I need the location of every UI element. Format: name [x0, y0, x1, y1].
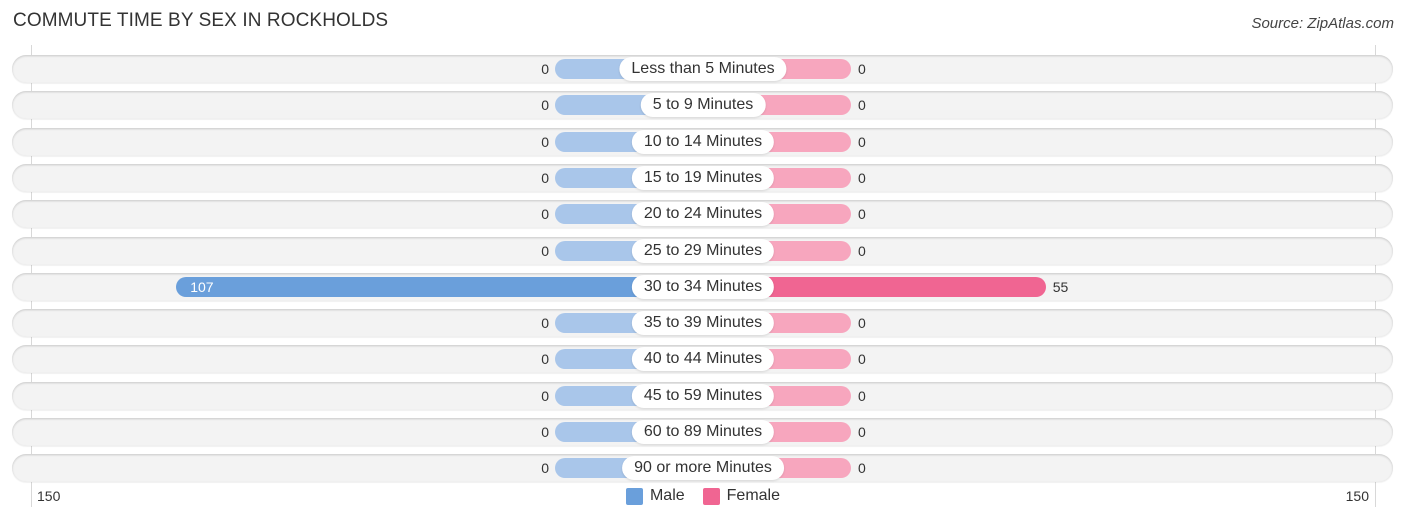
category-label: 45 to 59 Minutes: [631, 383, 775, 408]
category-label: 90 or more Minutes: [622, 456, 784, 481]
value-label-male: 107: [190, 278, 214, 295]
chart-area: Less than 5 Minutes 0 0 5 to 9 Minutes 0 0 10 …: [0, 0, 1406, 522]
value-label-female: 0: [858, 387, 866, 404]
legend-item-male[interactable]: Male: [625, 487, 685, 505]
value-label-female: 0: [858, 242, 866, 259]
value-label-male: 0: [541, 351, 549, 368]
value-label-male: 0: [541, 460, 549, 477]
legend-item-female[interactable]: Female: [702, 487, 781, 505]
value-label-male: 0: [541, 133, 549, 150]
value-label-male: 0: [541, 387, 549, 404]
value-label-female: 0: [858, 424, 866, 440]
value-label-male: 0: [541, 97, 549, 114]
legend-swatch-male: [625, 487, 643, 505]
category-label: 15 to 19 Minutes: [631, 165, 775, 190]
value-label-male: 0: [541, 242, 549, 259]
legend: Male Female: [0, 487, 1406, 505]
legend-label-female: Female: [726, 487, 781, 504]
value-label-male: 0: [541, 315, 549, 332]
value-label-male: 0: [541, 169, 549, 186]
category-label: 35 to 39 Minutes: [631, 311, 775, 336]
category-label: 20 to 24 Minutes: [631, 202, 775, 227]
category-label: Less than 5 Minutes: [619, 57, 787, 81]
category-label: 5 to 9 Minutes: [640, 93, 766, 118]
category-label: 60 to 89 Minutes: [631, 420, 775, 444]
value-label-female: 0: [858, 133, 866, 150]
value-label-male: 0: [541, 206, 549, 223]
value-label-female: 0: [858, 315, 866, 332]
category-label: 30 to 34 Minutes: [631, 274, 775, 299]
value-label-male: 0: [541, 61, 549, 77]
value-label-female: 0: [858, 97, 866, 114]
legend-swatch-female: [702, 487, 720, 505]
value-label-female: 0: [858, 351, 866, 368]
category-label: 10 to 14 Minutes: [631, 129, 775, 154]
value-label-female: 0: [858, 61, 866, 77]
legend-label-male: Male: [649, 487, 685, 504]
value-label-female: 0: [858, 206, 866, 223]
bar-male[interactable]: [176, 276, 703, 297]
value-label-female: 55: [1052, 278, 1069, 295]
value-label-male: 0: [541, 424, 549, 440]
category-label: 40 to 44 Minutes: [631, 347, 775, 372]
value-label-female: 0: [858, 460, 866, 477]
category-label: 25 to 29 Minutes: [631, 238, 775, 263]
value-label-female: 0: [858, 169, 866, 186]
